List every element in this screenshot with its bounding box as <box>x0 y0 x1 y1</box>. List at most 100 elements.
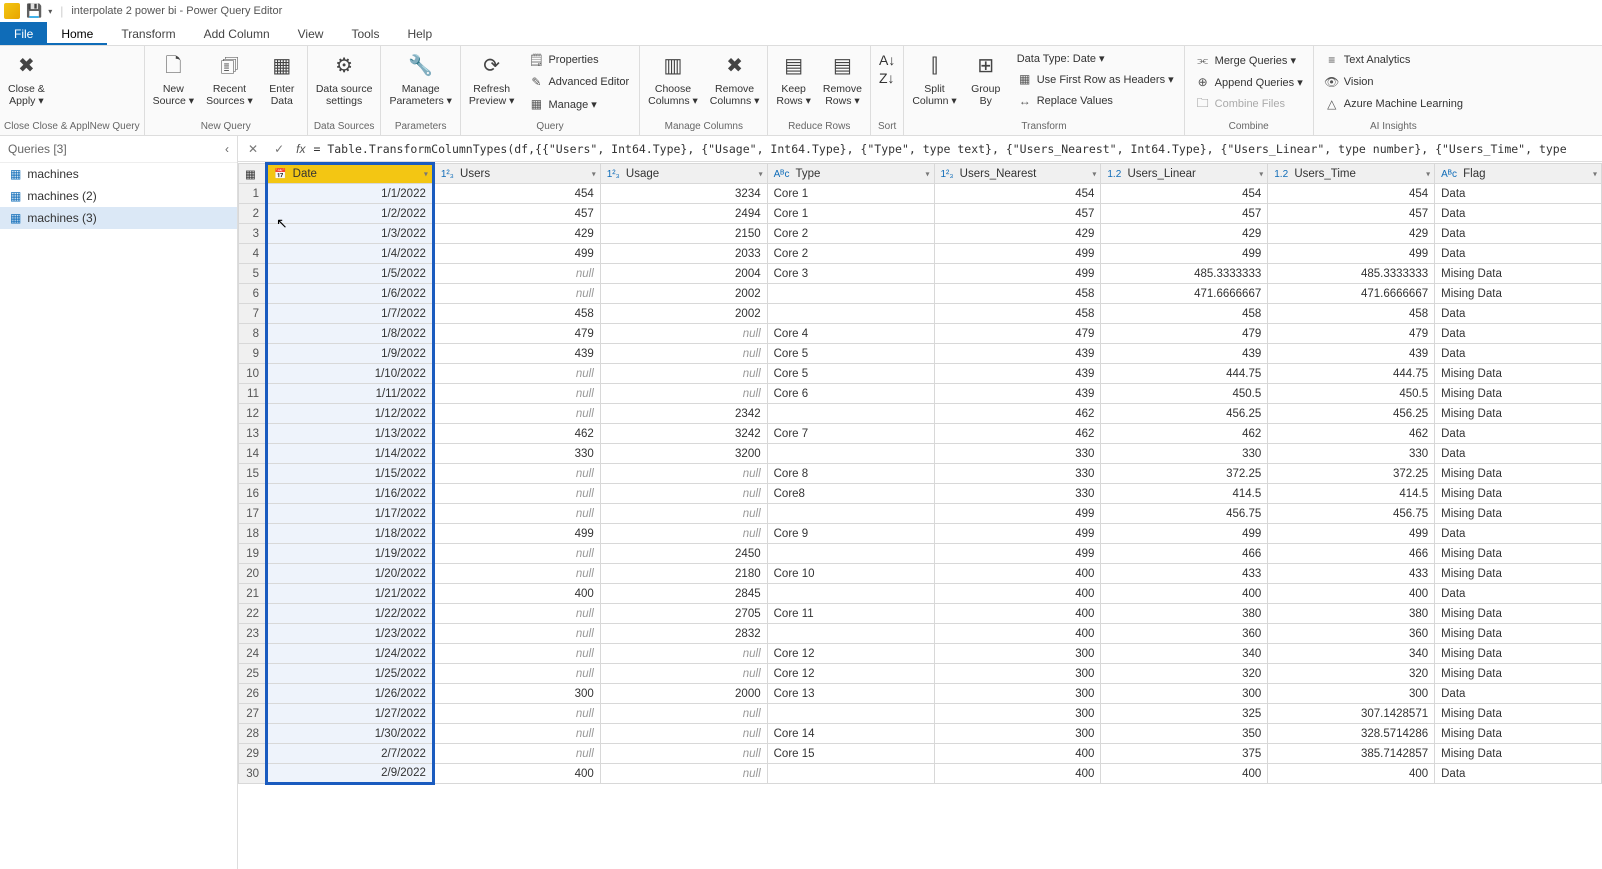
cell[interactable]: 400 <box>1101 764 1268 784</box>
cell[interactable]: 360 <box>1268 624 1435 644</box>
table-row[interactable]: 261/26/20223002000Core 13300300300Data <box>239 684 1602 704</box>
cell[interactable]: Core 2 <box>767 244 934 264</box>
cell[interactable]: 433 <box>1268 564 1435 584</box>
cell[interactable]: 499 <box>1268 244 1435 264</box>
cell[interactable]: null <box>600 384 767 404</box>
row-number[interactable]: 14 <box>239 444 267 464</box>
column-dropdown-icon[interactable]: ▾ <box>1593 169 1597 178</box>
cell[interactable]: null <box>600 324 767 344</box>
cell[interactable]: 300 <box>1101 684 1268 704</box>
cell[interactable]: 499 <box>1268 524 1435 544</box>
use-first-row-button[interactable]: ▦Use First Row as Headers ▾ <box>1015 69 1176 89</box>
row-number[interactable]: 27 <box>239 704 267 724</box>
cell[interactable]: 1/6/2022 <box>267 284 434 304</box>
cell[interactable]: 471.6666667 <box>1101 284 1268 304</box>
formula-cancel-icon[interactable]: ✕ <box>244 142 262 156</box>
cell[interactable]: Data <box>1435 344 1602 364</box>
cell[interactable]: Core 6 <box>767 384 934 404</box>
cell[interactable]: Mising Data <box>1435 284 1602 304</box>
cell[interactable]: 456.25 <box>1268 404 1435 424</box>
row-number[interactable]: 20 <box>239 564 267 584</box>
column-dropdown-icon[interactable]: ▾ <box>1426 169 1430 178</box>
cell[interactable]: null <box>433 384 600 404</box>
cell[interactable]: 1/20/2022 <box>267 564 434 584</box>
cell[interactable]: Mising Data <box>1435 504 1602 524</box>
cell[interactable]: Mising Data <box>1435 544 1602 564</box>
table-row[interactable]: 161/16/2022nullnullCore8330414.5414.5Mis… <box>239 484 1602 504</box>
cell[interactable]: null <box>433 264 600 284</box>
cell[interactable]: 330 <box>433 444 600 464</box>
row-number[interactable]: 30 <box>239 764 267 784</box>
cell[interactable]: 2002 <box>600 304 767 324</box>
cell[interactable]: 1/11/2022 <box>267 384 434 404</box>
cell[interactable]: 2705 <box>600 604 767 624</box>
choose-columns-button[interactable]: ▥Choose Columns ▾ <box>644 48 702 109</box>
cell[interactable]: 340 <box>1101 644 1268 664</box>
text-analytics-button[interactable]: ≡Text Analytics <box>1322 50 1465 70</box>
cell[interactable]: 380 <box>1101 604 1268 624</box>
query-item[interactable]: machines (2) <box>0 185 237 207</box>
cell[interactable]: 400 <box>934 564 1101 584</box>
cell[interactable]: 1/18/2022 <box>267 524 434 544</box>
cell[interactable]: 330 <box>934 464 1101 484</box>
row-number[interactable]: 21 <box>239 584 267 604</box>
cell[interactable]: null <box>600 524 767 544</box>
cell[interactable]: 439 <box>1268 344 1435 364</box>
cell[interactable]: Mising Data <box>1435 364 1602 384</box>
column-header-users_time[interactable]: 1.2 Users_Time▾ <box>1268 164 1435 184</box>
table-row[interactable]: 31/3/20224292150Core 2429429429Data <box>239 224 1602 244</box>
cell[interactable]: null <box>433 484 600 504</box>
row-number[interactable]: 10 <box>239 364 267 384</box>
cell[interactable]: 2000 <box>600 684 767 704</box>
cell[interactable]: 2004 <box>600 264 767 284</box>
cell[interactable]: 479 <box>433 324 600 344</box>
cell[interactable]: 414.5 <box>1268 484 1435 504</box>
cell[interactable]: 485.3333333 <box>1268 264 1435 284</box>
cell[interactable] <box>767 624 934 644</box>
cell[interactable]: 300 <box>934 644 1101 664</box>
cell[interactable]: null <box>433 364 600 384</box>
cell[interactable]: 325 <box>1101 704 1268 724</box>
row-number[interactable]: 28 <box>239 724 267 744</box>
collapse-queries-icon[interactable]: ‹ <box>225 142 229 156</box>
cell[interactable] <box>767 504 934 524</box>
cell[interactable]: null <box>600 344 767 364</box>
cell[interactable]: 456.75 <box>1268 504 1435 524</box>
row-number[interactable]: 2 <box>239 204 267 224</box>
cell[interactable]: 1/7/2022 <box>267 304 434 324</box>
cell[interactable]: Core 5 <box>767 344 934 364</box>
cell[interactable]: 3234 <box>600 184 767 204</box>
data-type-button[interactable]: Data Type: Date ▾ <box>1015 50 1176 67</box>
cell[interactable]: 499 <box>1101 524 1268 544</box>
cell[interactable]: 462 <box>934 404 1101 424</box>
azure-ml-button[interactable]: △Azure Machine Learning <box>1322 94 1465 114</box>
table-row[interactable]: 131/13/20224623242Core 7462462462Data <box>239 424 1602 444</box>
tab-home[interactable]: Home <box>47 22 107 45</box>
tab-help[interactable]: Help <box>393 22 446 45</box>
cell[interactable]: 429 <box>1101 224 1268 244</box>
fx-icon[interactable]: fx <box>296 142 305 156</box>
cell[interactable]: 1/19/2022 <box>267 544 434 564</box>
cell[interactable]: 1/10/2022 <box>267 364 434 384</box>
cell[interactable]: 458 <box>934 304 1101 324</box>
cell[interactable]: 466 <box>1268 544 1435 564</box>
cell[interactable]: null <box>433 504 600 524</box>
save-icon[interactable]: 💾 <box>26 3 42 19</box>
cell[interactable]: 1/17/2022 <box>267 504 434 524</box>
group-by-button[interactable]: ⊞Group By <box>965 48 1007 109</box>
cell[interactable]: 444.75 <box>1101 364 1268 384</box>
cell[interactable]: 320 <box>1268 664 1435 684</box>
column-dropdown-icon[interactable]: ▾ <box>1259 169 1263 178</box>
cell[interactable]: 400 <box>934 744 1101 764</box>
cell[interactable]: 330 <box>934 484 1101 504</box>
cell[interactable]: Data <box>1435 244 1602 264</box>
tab-add-column[interactable]: Add Column <box>190 22 284 45</box>
cell[interactable]: Core 8 <box>767 464 934 484</box>
cell[interactable]: Core 3 <box>767 264 934 284</box>
cell[interactable]: Mising Data <box>1435 384 1602 404</box>
cell[interactable]: 429 <box>934 224 1101 244</box>
cell[interactable]: Mising Data <box>1435 404 1602 424</box>
replace-values-button[interactable]: ↔Replace Values <box>1015 91 1176 111</box>
table-row[interactable]: 121/12/2022null2342462456.25456.25Mising… <box>239 404 1602 424</box>
cell[interactable]: 1/21/2022 <box>267 584 434 604</box>
